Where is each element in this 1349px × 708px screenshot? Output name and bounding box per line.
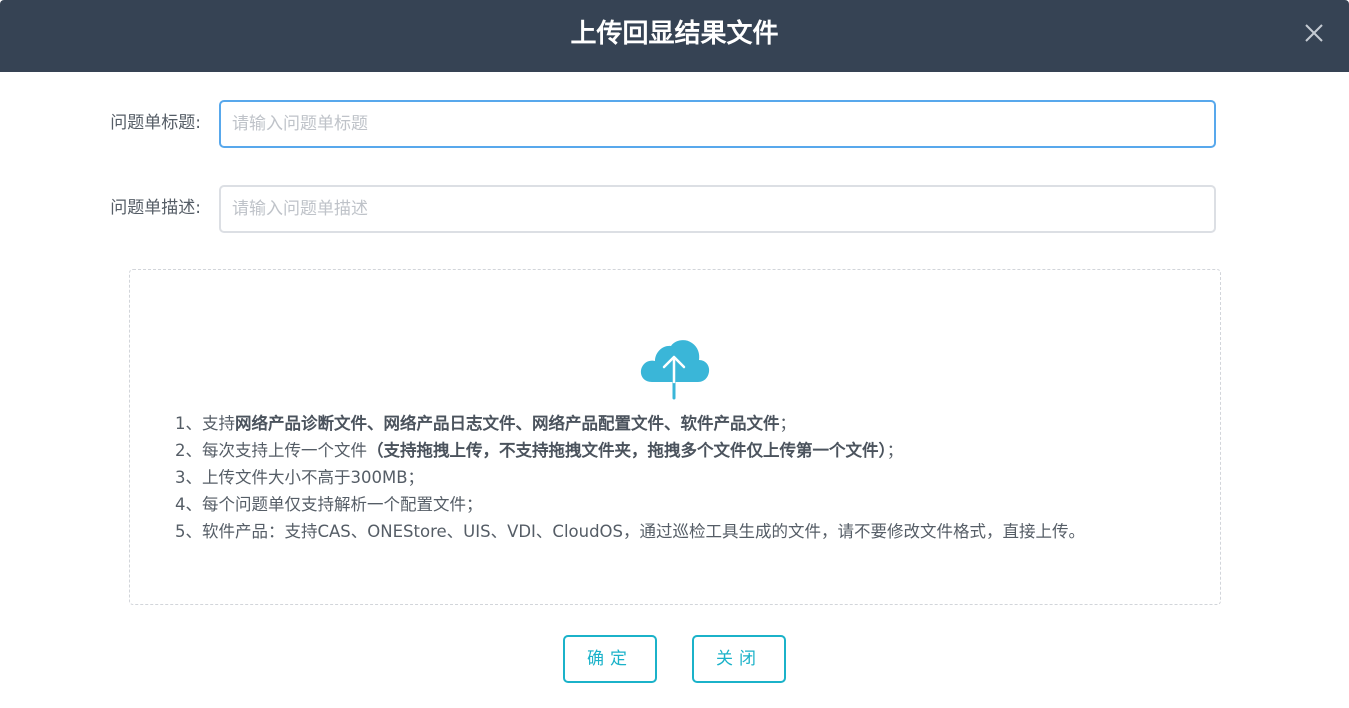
title-label: 问题单标题: (110, 113, 201, 133)
cloud-upload-icon (638, 336, 712, 400)
description-label: 问题单描述: (110, 198, 201, 218)
dialog-title: 上传回显结果文件 (570, 19, 779, 49)
upload-dialog: 上传回显结果文件 问题单标题: 问题单描述: 1、支持网络产品诊断文件、网络产品… (0, 0, 1349, 708)
description-row: 问题单描述: (0, 185, 1349, 233)
confirm-button[interactable]: 确定 (563, 635, 657, 683)
title-row: 问题单标题: (0, 100, 1349, 148)
upload-rule-1: 1、支持网络产品诊断文件、网络产品日志文件、网络产品配置文件、软件产品文件； (175, 414, 796, 433)
upload-dropzone[interactable]: 1、支持网络产品诊断文件、网络产品日志文件、网络产品配置文件、软件产品文件； 2… (129, 269, 1221, 605)
close-icon[interactable] (1299, 18, 1329, 48)
description-input[interactable] (219, 185, 1216, 233)
upload-rule-3: 3、上传文件大小不高于300MB； (175, 468, 425, 487)
upload-rule-4: 4、每个问题单仅支持解析一个配置文件； (175, 495, 483, 514)
dialog-header: 上传回显结果文件 (0, 0, 1349, 72)
upload-rule-5: 5、软件产品：支持CAS、ONEStore、UIS、VDI、CloudOS，通过… (175, 522, 1086, 541)
close-button[interactable]: 关闭 (692, 635, 786, 683)
title-input[interactable] (219, 100, 1216, 148)
upload-rules: 1、支持网络产品诊断文件、网络产品日志文件、网络产品配置文件、软件产品文件； 2… (175, 410, 1215, 545)
upload-rule-2: 2、每次支持上传一个文件（支持拖拽上传，不支持拖拽文件夹，拖拽多个文件仅上传第一… (175, 441, 904, 460)
